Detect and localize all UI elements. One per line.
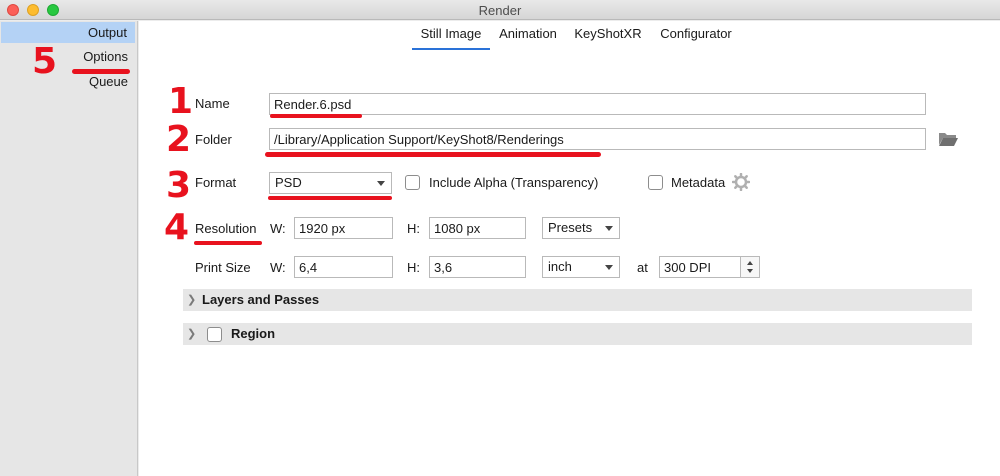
tab-configurator[interactable]: Configurator xyxy=(654,26,738,50)
annotation-number-2: 2 xyxy=(166,119,192,160)
annotation-underline-resolution xyxy=(194,241,262,245)
resolution-h-label: H: xyxy=(407,221,420,236)
annotation-underline-options xyxy=(72,69,130,74)
resolution-height-input[interactable] xyxy=(429,217,526,239)
format-select[interactable]: PSD xyxy=(269,172,392,194)
chevron-down-icon xyxy=(605,226,613,231)
presets-button[interactable]: Presets xyxy=(542,217,620,239)
sidebar: Output Options Queue xyxy=(0,21,138,476)
print-unit-value: inch xyxy=(548,259,572,274)
region-checkbox[interactable] xyxy=(207,327,222,342)
annotation-underline-name xyxy=(270,114,362,118)
sidebar-item-queue[interactable]: Queue xyxy=(0,71,136,92)
name-input[interactable] xyxy=(269,93,926,115)
format-label: Format xyxy=(195,175,237,190)
folder-open-icon[interactable] xyxy=(938,131,959,147)
window-title: Render xyxy=(478,3,522,18)
include-alpha-checkbox[interactable] xyxy=(405,175,420,190)
dpi-input[interactable] xyxy=(659,256,741,278)
print-size-h-label: H: xyxy=(407,260,420,275)
name-label: Name xyxy=(195,96,230,111)
title-bar: Render xyxy=(0,0,1000,20)
annotation-number-3: 3 xyxy=(166,165,192,206)
print-width-input[interactable] xyxy=(294,256,393,278)
metadata-checkbox[interactable] xyxy=(648,175,663,190)
region-title: Region xyxy=(231,326,276,341)
print-size-label: Print Size xyxy=(195,260,251,275)
at-label: at xyxy=(637,260,648,275)
resolution-label: Resolution xyxy=(195,221,257,236)
annotation-underline-folder xyxy=(265,152,601,157)
main-panel: Still Image Animation KeyShotXR Configur… xyxy=(139,21,1000,476)
dpi-stepper[interactable] xyxy=(740,256,760,278)
chevron-right-icon: ❯ xyxy=(187,328,197,340)
resolution-width-input[interactable] xyxy=(294,217,393,239)
chevron-right-icon: ❯ xyxy=(187,294,197,306)
stepper-up-icon[interactable] xyxy=(747,261,753,265)
presets-label: Presets xyxy=(548,220,593,235)
folder-label: Folder xyxy=(195,132,232,147)
region-section[interactable]: ❯ Region xyxy=(183,323,972,345)
sidebar-item-options[interactable]: Options xyxy=(0,46,136,67)
format-select-value: PSD xyxy=(275,175,302,190)
include-alpha-label: Include Alpha (Transparency) xyxy=(429,175,599,190)
annotation-number-5: 5 xyxy=(32,41,58,82)
stepper-down-icon[interactable] xyxy=(747,269,753,273)
tab-keyshotxr[interactable]: KeyShotXR xyxy=(570,26,646,50)
chevron-down-icon xyxy=(377,181,385,186)
tab-animation[interactable]: Animation xyxy=(493,26,563,50)
annotation-number-4: 4 xyxy=(164,207,190,248)
print-size-w-label: W: xyxy=(270,260,286,275)
layers-and-passes-section[interactable]: ❯ Layers and Passes xyxy=(183,289,972,311)
resolution-w-label: W: xyxy=(270,221,286,236)
print-height-input[interactable] xyxy=(429,256,526,278)
sidebar-item-output[interactable]: Output xyxy=(1,22,135,43)
print-unit-select[interactable]: inch xyxy=(542,256,620,278)
folder-input[interactable] xyxy=(269,128,926,150)
annotation-number-1: 1 xyxy=(168,81,194,122)
annotation-underline-format xyxy=(268,196,392,200)
metadata-label: Metadata xyxy=(671,175,726,190)
chevron-down-icon xyxy=(605,265,613,270)
tab-still-image[interactable]: Still Image xyxy=(412,26,490,50)
gear-icon[interactable] xyxy=(732,173,750,191)
layers-and-passes-title: Layers and Passes xyxy=(202,292,320,307)
